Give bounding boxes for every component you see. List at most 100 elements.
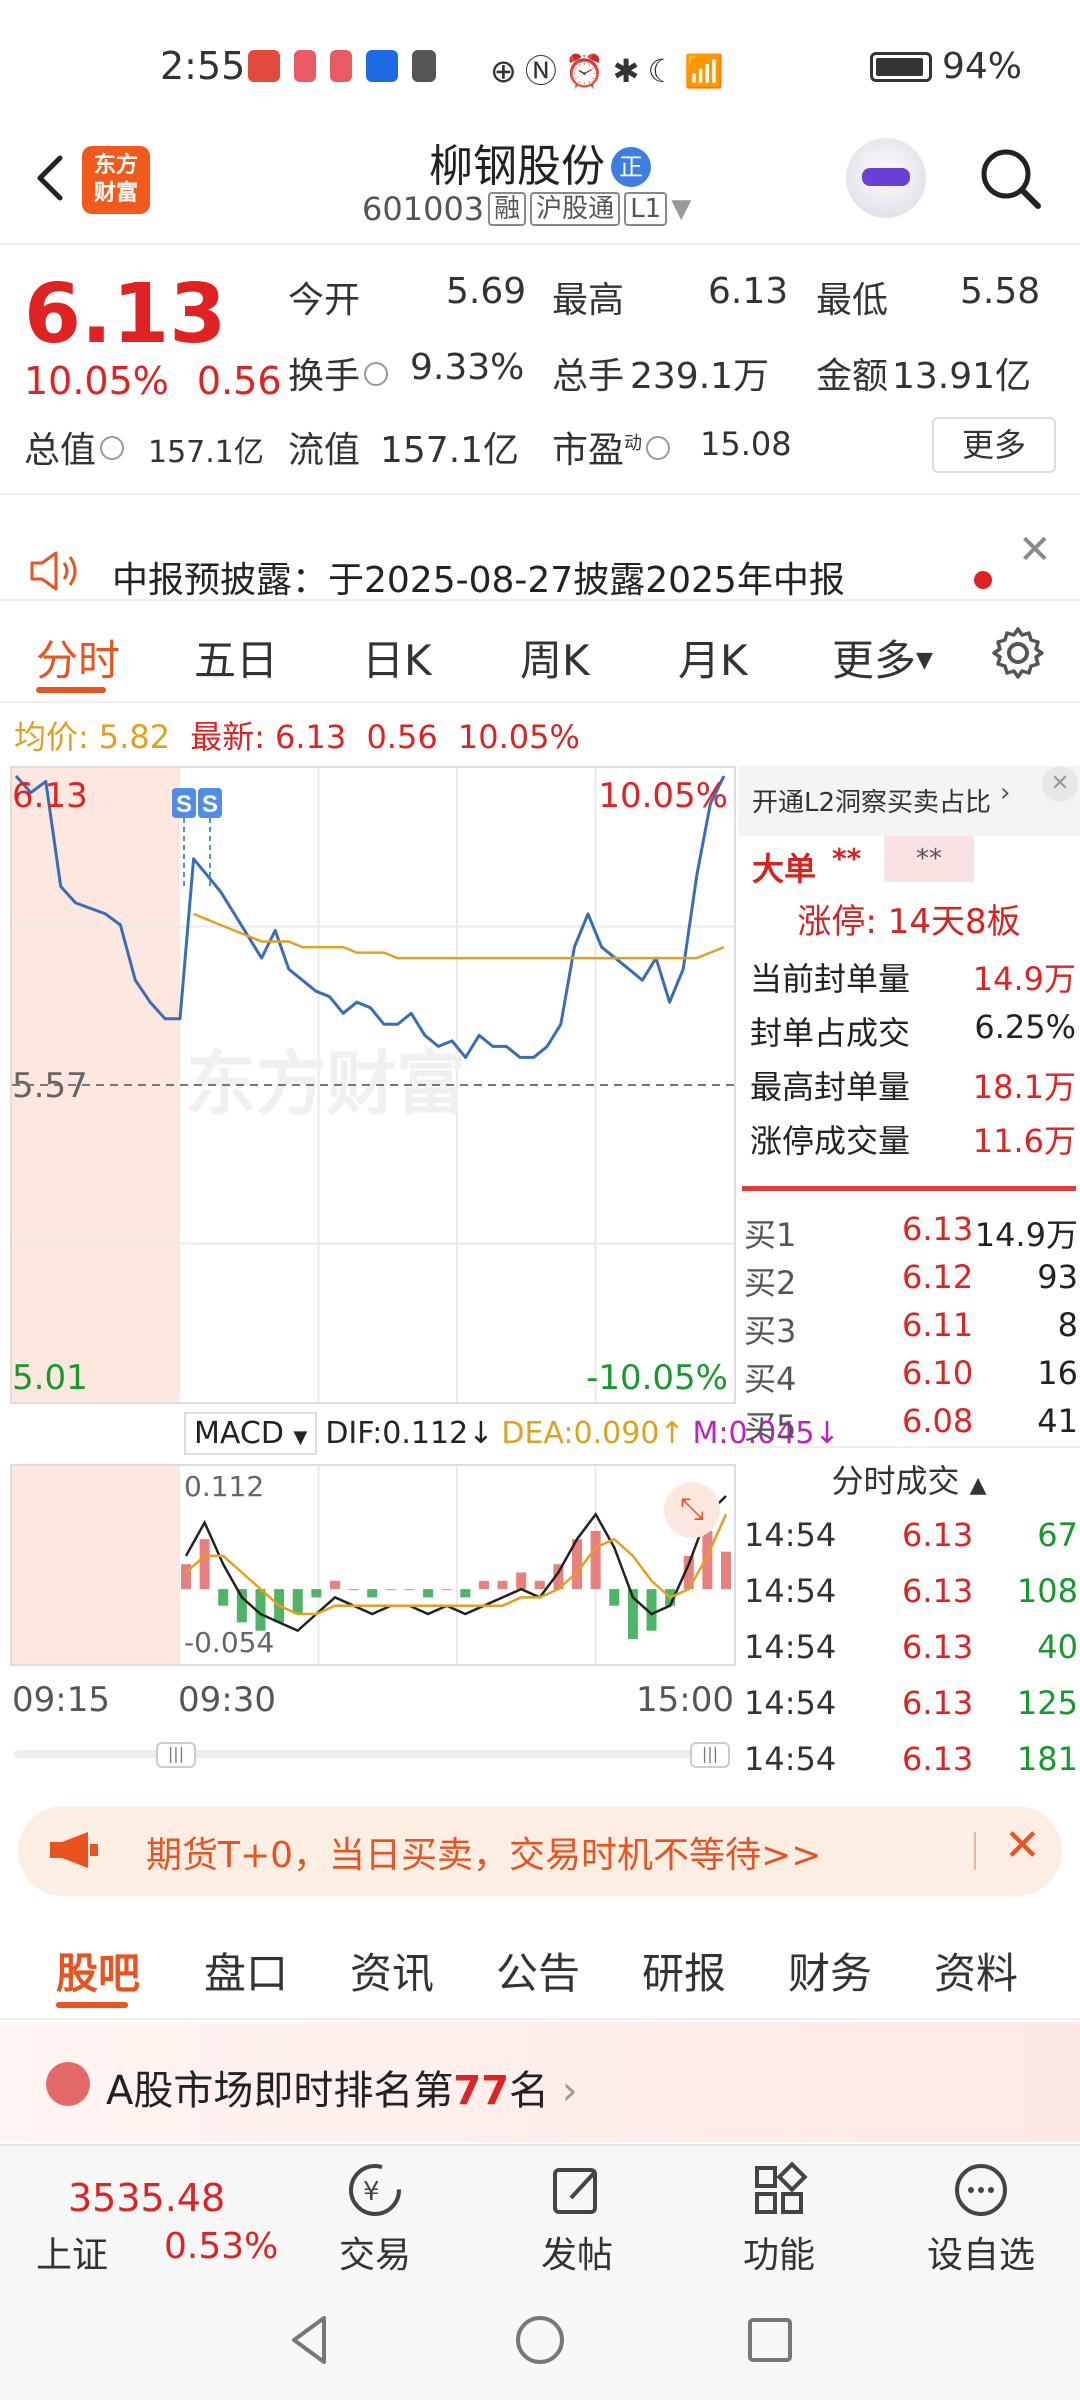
trade-volume: 67 xyxy=(1037,1516,1078,1554)
info-icon[interactable] xyxy=(364,362,389,386)
max-seal-value: 18.1万 xyxy=(972,1068,1076,1106)
latest-value: 6.13 xyxy=(275,718,347,756)
more-button[interactable]: 更多 xyxy=(932,417,1056,473)
price-change: 10.05% 0.56 xyxy=(24,359,310,403)
tab-announcements[interactable]: 公告 xyxy=(496,1940,580,2001)
more-dots-icon xyxy=(955,2164,1007,2216)
nav-post[interactable]: 发帖 xyxy=(492,2146,662,2282)
trades-title[interactable]: 分时成交 ▲ xyxy=(738,1456,1080,1502)
tab-weekly-k[interactable]: 周K xyxy=(520,627,590,688)
index-value: 3535.48 xyxy=(68,2176,226,2220)
back-icon[interactable] xyxy=(280,2310,340,2370)
high-value: 6.13 xyxy=(708,271,789,312)
pe-label-text: 市盈 xyxy=(552,430,625,471)
time-range-slider[interactable]: ||| ||| xyxy=(14,1742,730,1768)
limit-up-panel: 开通L2洞察买卖占比 › ✕ 大单 ** ** 涨停: 14天8板 当前封单量 1… xyxy=(738,766,1080,1194)
nav-trade-label: 交易 xyxy=(338,2235,411,2276)
macd-chart[interactable]: 0.112 -0.054 ⤡ xyxy=(10,1464,736,1666)
change-amount: 0.56 xyxy=(196,359,282,403)
info-icon[interactable] xyxy=(100,436,125,460)
time-label-close: 15:00 xyxy=(636,1680,734,1720)
tab-more[interactable]: 更多▼ xyxy=(832,627,933,688)
verified-badge: 正 xyxy=(611,147,651,187)
trade-price: 6.13 xyxy=(902,1516,974,1554)
latest-pct: 10.05% xyxy=(457,718,580,756)
chart-tabs: 分时 五日 日K 周K 月K 更多▼ xyxy=(0,603,1080,703)
tab-five-day[interactable]: 五日 xyxy=(194,627,278,688)
tag-level: L1 xyxy=(624,192,668,226)
tab-forum[interactable]: 股吧 xyxy=(56,1940,140,2001)
time-label-open: 09:30 xyxy=(178,1680,276,1720)
nav-trade[interactable]: ¥ 交易 xyxy=(290,2146,460,2282)
dropdown-icon: ▼ xyxy=(293,1427,308,1448)
seal-volume-value: 14.9万 xyxy=(972,960,1076,998)
macd-histogram-bar xyxy=(404,1589,415,1591)
nav-post-label: 发帖 xyxy=(540,2235,613,2276)
futures-ad-banner[interactable]: 期货T+0，当日买卖，交易时机不等待>> ✕ xyxy=(18,1806,1062,1896)
divider xyxy=(974,1832,976,1870)
slider-handle-left[interactable]: ||| xyxy=(156,1742,196,1768)
bid-volume: 41 xyxy=(1037,1402,1078,1440)
limit-volume-value: 11.6万 xyxy=(972,1122,1076,1160)
notice-bar[interactable]: 中报预披露：于2025-08-27披露2025年中报 ✕ xyxy=(0,497,1080,601)
tab-daily-k[interactable]: 日K xyxy=(362,627,432,688)
robot-assistant-avatar[interactable] xyxy=(846,138,926,218)
tab-finance[interactable]: 财务 xyxy=(788,1940,872,2001)
macd-histogram-bar xyxy=(385,1589,396,1591)
slider-handle-right[interactable]: ||| xyxy=(690,1742,730,1768)
seal-ratio-value: 6.25% xyxy=(974,1008,1076,1046)
tab-news[interactable]: 资讯 xyxy=(350,1940,434,2001)
expand-icon[interactable]: ⤡ xyxy=(664,1482,720,1538)
tab-monthly-k[interactable]: 月K xyxy=(678,627,748,688)
close-icon[interactable]: ✕ xyxy=(1018,527,1052,573)
pe-superscript: 动 xyxy=(624,433,643,454)
bid-volume: 93 xyxy=(1037,1258,1078,1296)
rank-number: 77 xyxy=(453,2068,510,2114)
nav-add-watchlist[interactable]: 设自选 xyxy=(896,2146,1066,2282)
macd-bottom-label: -0.054 xyxy=(184,1626,275,1659)
trades-title-text: 分时成交 xyxy=(831,1462,960,1500)
open-value: 5.69 xyxy=(446,271,527,312)
status-time: 2:55 xyxy=(160,44,246,88)
index-ticker[interactable]: 3535.48 上证 0.53% xyxy=(0,2146,278,2282)
recents-icon[interactable] xyxy=(740,2310,800,2370)
close-icon[interactable]: ✕ xyxy=(1042,766,1078,802)
big-order-mask: ** xyxy=(832,842,862,875)
rank-chart-icon xyxy=(46,2062,90,2106)
big-order-mask-box: ** xyxy=(884,836,974,882)
tab-more-label: 更多 xyxy=(832,636,917,685)
macd-histogram-bar xyxy=(441,1589,452,1591)
dropdown-icon[interactable]: ▼ xyxy=(671,194,691,224)
close-icon[interactable]: ✕ xyxy=(1004,1820,1041,1871)
nav-functions[interactable]: 功能 xyxy=(694,2146,864,2282)
mktcap-value: 157.1亿 xyxy=(148,435,264,470)
tab-order-book[interactable]: 盘口 xyxy=(204,1940,288,2001)
rank-suffix: 名 xyxy=(509,2068,550,2114)
chart-top-right-label: 10.05% xyxy=(598,776,728,816)
pe-label: 市盈动 xyxy=(552,421,674,473)
avg-value: 5.82 xyxy=(98,718,171,756)
search-icon[interactable] xyxy=(976,144,1046,214)
macd-histogram-bar xyxy=(478,1580,489,1590)
macd-selector[interactable]: MACD ▼ xyxy=(184,1412,318,1455)
market-rank-card[interactable]: A股市场即时排名第77名 › xyxy=(0,2022,1080,2142)
divider xyxy=(738,1446,1080,1448)
divider xyxy=(742,1186,1076,1191)
l2-banner[interactable]: 开通L2洞察买卖占比 › ✕ xyxy=(738,766,1080,836)
intraday-chart[interactable]: 东方财富 SS 6.13 10.05% 5.57 5.01 -10.05% xyxy=(10,766,736,1404)
macd-dea: DEA:0.090↑ xyxy=(501,1416,685,1451)
right-panel: 开通L2洞察买卖占比 › ✕ 大单 ** ** 涨停: 14天8板 当前封单量 1… xyxy=(738,766,1080,1786)
gear-icon[interactable] xyxy=(990,625,1046,681)
info-icon[interactable] xyxy=(646,436,671,460)
unread-dot xyxy=(974,571,992,589)
price-info-line: 均价: 5.82 最新: 6.13 0.56 10.05% xyxy=(14,712,590,758)
stock-code-row[interactable]: 601003 融 沪股通 L1 ▼ xyxy=(362,190,691,228)
home-icon[interactable] xyxy=(510,2310,570,2370)
tab-intraday[interactable]: 分时 xyxy=(36,627,120,688)
signal-marker-label: S xyxy=(202,791,218,818)
latest-change: 0.56 xyxy=(366,718,438,756)
bid-label: 买2 xyxy=(744,1264,797,1302)
chevron-right-icon: › xyxy=(561,2068,578,2114)
tab-research[interactable]: 研报 xyxy=(642,1940,726,2001)
tab-profile[interactable]: 资料 xyxy=(934,1940,1018,2001)
